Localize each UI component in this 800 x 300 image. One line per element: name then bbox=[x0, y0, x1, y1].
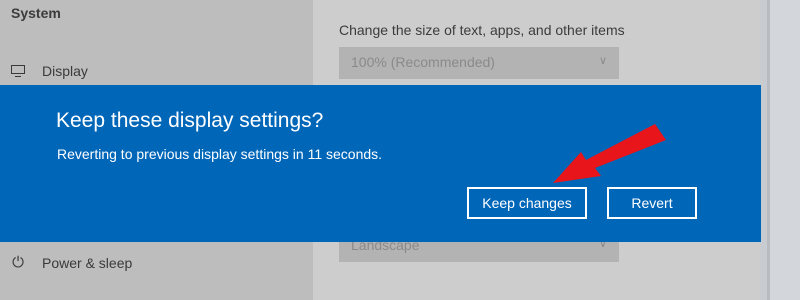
monitor-icon bbox=[10, 63, 26, 79]
scale-setting-label: Change the size of text, apps, and other… bbox=[339, 22, 625, 38]
revert-button[interactable]: Revert bbox=[607, 187, 697, 219]
chevron-down-icon: ∨ bbox=[598, 55, 607, 67]
dialog-title: Keep these display settings? bbox=[56, 109, 324, 132]
keep-changes-button[interactable]: Keep changes bbox=[467, 187, 587, 219]
keep-display-settings-dialog: Keep these display settings? Reverting t… bbox=[0, 85, 761, 242]
sidebar-item-label: Power & sleep bbox=[42, 255, 133, 271]
sidebar-item-power-sleep[interactable]: ⏻ Power & sleep bbox=[10, 254, 133, 272]
scale-dropdown[interactable]: 100% (Recommended) ∨ bbox=[339, 47, 619, 79]
power-icon: ⏻ bbox=[12, 254, 24, 271]
window-right-edge bbox=[760, 0, 800, 300]
dialog-countdown-message: Reverting to previous display settings i… bbox=[57, 146, 383, 162]
sidebar-item-display[interactable]: Display bbox=[10, 63, 88, 79]
sidebar-heading: System bbox=[11, 5, 61, 21]
scale-dropdown-value: 100% (Recommended) bbox=[351, 54, 495, 70]
sidebar-item-label: Display bbox=[42, 63, 88, 79]
